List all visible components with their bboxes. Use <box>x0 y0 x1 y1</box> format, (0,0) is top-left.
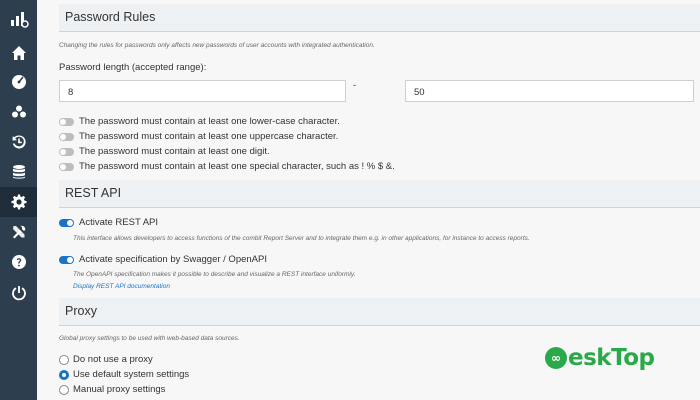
sidebar-item-users[interactable] <box>0 97 37 127</box>
proxy-none-radio[interactable] <box>59 355 69 365</box>
proxy-system-radio[interactable] <box>59 370 69 380</box>
rule-uppercase-label: The password must contain at least one u… <box>79 131 339 142</box>
help-icon <box>11 255 26 269</box>
proxy-system-label: Use default system settings <box>73 369 190 380</box>
proxy-manual-radio[interactable] <box>59 385 69 395</box>
password-min-input[interactable]: 8 <box>59 80 346 102</box>
sidebar-item-help[interactable] <box>0 247 37 277</box>
proxy-note: Global proxy settings to be used with we… <box>59 335 240 342</box>
sidebar-item-power[interactable] <box>0 278 37 308</box>
rest-api-label: Activate REST API <box>79 217 159 228</box>
sidebar-item-home[interactable] <box>0 38 37 68</box>
proxy-manual-label: Manual proxy settings <box>73 384 166 395</box>
rule-digit-label: The password must contain at least one d… <box>79 146 270 157</box>
section-header-password: Password Rules <box>59 4 700 32</box>
rest-api-toggle[interactable] <box>59 219 74 227</box>
tools-icon <box>12 225 25 239</box>
app-logo[interactable] <box>0 0 37 37</box>
section-header-rest: REST API <box>59 180 700 208</box>
history-icon <box>12 135 26 149</box>
rule-special-toggle[interactable] <box>59 163 74 171</box>
settings-icon <box>11 194 26 210</box>
rest-api-docs-link[interactable]: Display REST API documentation <box>73 283 170 290</box>
password-note: Changing the rules for passwords only af… <box>59 42 375 49</box>
database-icon <box>12 165 25 179</box>
rest-api-note: This interface allows developers to acce… <box>73 235 530 242</box>
rule-lowercase-label: The password must contain at least one l… <box>79 116 340 127</box>
rule-digit-toggle[interactable] <box>59 148 74 156</box>
settings-panel: Password Rules Changing the rules for pa… <box>37 0 700 400</box>
watermark-glyph: ∞ <box>551 351 561 365</box>
swagger-toggle[interactable] <box>59 256 74 264</box>
section-title: Password Rules <box>65 10 156 24</box>
power-icon <box>11 286 26 301</box>
password-length-label: Password length (accepted range): <box>59 62 207 73</box>
section-title: REST API <box>65 186 122 200</box>
proxy-none-label: Do not use a proxy <box>73 354 153 365</box>
sidebar-item-history[interactable] <box>0 127 37 157</box>
desktop-watermark: ∞ eskTop <box>545 345 655 371</box>
logo-icon <box>10 11 29 28</box>
password-max-input[interactable]: 50 <box>405 80 694 102</box>
sidebar-item-dashboard[interactable] <box>0 67 37 97</box>
sidebar-item-tools[interactable] <box>0 217 37 247</box>
range-separator: - <box>353 80 357 91</box>
rule-uppercase-toggle[interactable] <box>59 133 74 141</box>
swagger-note: The OpenAPI specification makes it possi… <box>73 271 356 278</box>
sidebar <box>0 0 37 400</box>
sidebar-item-database[interactable] <box>0 157 37 187</box>
home-icon <box>11 46 26 60</box>
sidebar-item-settings[interactable] <box>0 187 37 217</box>
watermark-text: eskTop <box>568 345 655 371</box>
section-title: Proxy <box>65 304 97 318</box>
users-icon <box>11 105 26 118</box>
dashboard-icon <box>11 75 26 89</box>
swagger-label: Activate specification by Swagger / Open… <box>79 254 267 265</box>
watermark-logo-icon: ∞ <box>545 347 567 369</box>
section-header-proxy: Proxy <box>59 298 700 326</box>
rule-special-label: The password must contain at least one s… <box>79 161 395 172</box>
rule-lowercase-toggle[interactable] <box>59 118 74 126</box>
